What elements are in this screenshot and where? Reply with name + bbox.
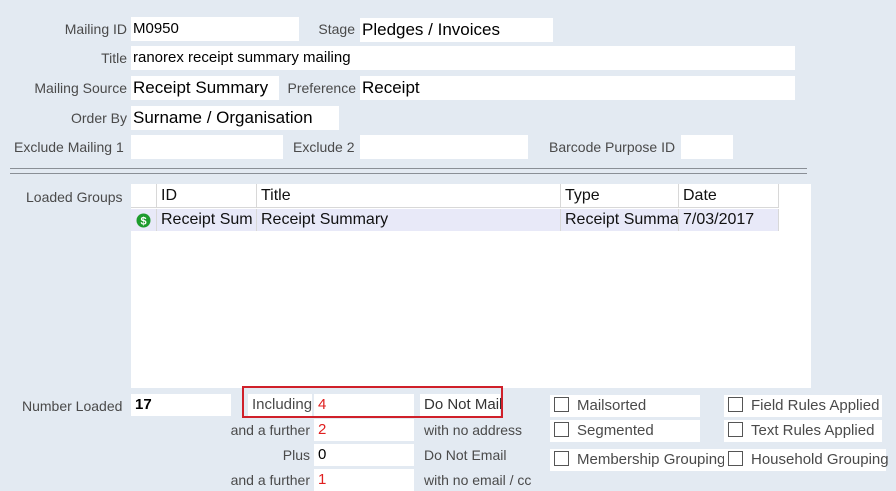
row-title: Receipt Summary [257,209,561,231]
grid-header-id[interactable]: ID [157,184,257,208]
grid-header-title[interactable]: Title [257,184,561,208]
grid-header-date[interactable]: Date [679,184,779,208]
divider-line-top [10,168,807,169]
preference-field[interactable]: Receipt [360,76,795,100]
title-field[interactable]: ranorex receipt summary mailing [131,46,795,70]
mailing-id-label: Mailing ID [64,21,127,37]
number-loaded-value: 17 [131,394,231,416]
divider-line-bottom [10,173,807,174]
stage-label: Stage [318,21,355,37]
mailing-id-field[interactable]: M0950 [131,17,299,41]
exclude-mailing-1-label: Exclude Mailing 1 [14,139,124,155]
plus-value: 0 [314,444,414,466]
checkbox-icon[interactable] [554,451,569,466]
order-by-field[interactable]: Surname / Organisation [131,106,339,130]
checkbox-icon[interactable] [728,422,743,437]
text-rules-checkbox[interactable]: Text Rules Applied [724,420,882,442]
no-email-label: with no email / cc [424,472,532,488]
field-rules-label: Field Rules Applied [751,397,880,414]
segmented-checkbox[interactable]: Segmented [550,420,700,442]
plus-label: Plus [282,447,310,463]
loaded-groups-grid[interactable]: ID Title Type Date $ Receipt Sum Receipt… [131,184,811,388]
mailsorted-label: Mailsorted [577,397,647,414]
loaded-groups-label: Loaded Groups [26,189,123,205]
number-loaded-label: Number Loaded [22,398,123,414]
checkbox-icon[interactable] [554,422,569,437]
row-id: Receipt Sum [157,209,257,231]
checkbox-icon[interactable] [554,397,569,412]
title-label: Title [101,50,127,66]
checkbox-icon[interactable] [728,397,743,412]
further-2-value: 1 [314,469,414,491]
further-2-label: and a further [230,472,310,488]
household-grouping-label: Household Grouping [751,451,889,468]
membership-grouping-label: Membership Grouping [577,451,726,468]
barcode-purpose-field[interactable] [681,135,733,159]
mailsorted-checkbox[interactable]: Mailsorted [550,395,700,417]
do-not-email-label: Do Not Email [424,447,507,463]
preference-label: Preference [287,80,356,96]
segmented-label: Segmented [577,422,654,439]
further-1-label: and a further [230,422,310,438]
green-dollar-icon: $ [131,209,157,231]
stage-field[interactable]: Pledges / Invoices [360,18,553,42]
grid-header-type[interactable]: Type [561,184,679,208]
exclude-mailing-1-field[interactable] [131,135,283,159]
exclude-2-field[interactable] [360,135,528,159]
checkbox-icon[interactable] [728,451,743,466]
barcode-purpose-label: Barcode Purpose ID [549,139,676,155]
text-rules-label: Text Rules Applied [751,422,875,439]
mailing-source-label: Mailing Source [34,80,127,96]
grid-header-icon [131,184,157,208]
field-rules-checkbox[interactable]: Field Rules Applied [724,395,882,417]
further-1-value: 2 [314,419,414,441]
membership-grouping-checkbox[interactable]: Membership Grouping [550,449,726,471]
exclude-2-label: Exclude 2 [293,139,355,155]
row-type: Receipt Summa [561,209,679,231]
svg-text:$: $ [140,216,146,228]
no-address-label: with no address [424,422,523,438]
household-grouping-checkbox[interactable]: Household Grouping [724,449,889,471]
row-date: 7/03/2017 [679,209,779,231]
order-by-label: Order By [70,110,127,126]
highlight-box [242,386,503,418]
mailing-source-field[interactable]: Receipt Summary [131,76,279,100]
